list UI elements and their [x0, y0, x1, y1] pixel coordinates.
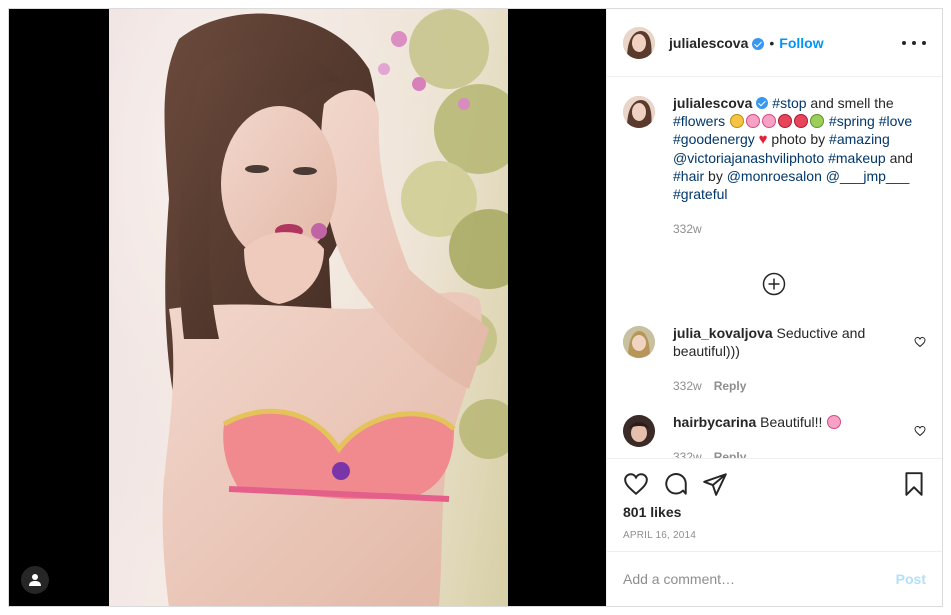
- caption-link[interactable]: @___jmp___: [826, 168, 910, 184]
- comment-body: julia_kovaljova Seductive and beautiful)…: [673, 324, 893, 395]
- cherry-blossom-icon: [827, 415, 842, 429]
- save-bookmark-icon[interactable]: [901, 471, 927, 497]
- avatar[interactable]: [623, 326, 655, 358]
- comment-input[interactable]: [623, 571, 896, 587]
- red-heart-icon: ♥: [758, 131, 768, 148]
- caption-time[interactable]: 332w: [673, 222, 702, 236]
- caption-link[interactable]: #amazing: [829, 131, 890, 147]
- comment-body: hairbycarina Beautiful!! 332w Reply: [673, 413, 893, 458]
- comment-bubble-icon[interactable]: [663, 471, 689, 497]
- caption-link[interactable]: #stop: [772, 95, 806, 111]
- post-dialog: julialescova • Follow julialescova #stop…: [8, 8, 943, 607]
- likes-count[interactable]: 801 likes: [623, 504, 681, 520]
- reply-button[interactable]: Reply: [714, 450, 747, 458]
- comment-item: hairbycarina Beautiful!! 332w Reply: [623, 413, 926, 458]
- like-comment-heart-icon[interactable]: [914, 425, 926, 437]
- comment-meta: 332w Reply: [673, 448, 893, 458]
- caption-link[interactable]: #makeup: [828, 150, 886, 166]
- caption-username[interactable]: julialescova: [673, 95, 752, 111]
- comment-text: Beautiful!!: [760, 414, 823, 430]
- caption-link[interactable]: #flowers: [673, 113, 725, 129]
- avatar[interactable]: [623, 96, 655, 128]
- caption-meta: 332w: [673, 220, 923, 238]
- comments-list[interactable]: julialescova #stop and smell the #flower…: [607, 78, 942, 458]
- caption-plain-text: and smell the: [810, 95, 894, 111]
- follow-button[interactable]: Follow: [779, 35, 823, 51]
- comment-meta: 332w Reply: [673, 377, 893, 395]
- more-options-icon[interactable]: [902, 35, 926, 51]
- load-more-comments-button[interactable]: [762, 272, 786, 296]
- cherry-blossom-icon: [762, 114, 777, 128]
- header-separator: •: [769, 34, 775, 51]
- person-icon: [29, 574, 41, 586]
- post-photo[interactable]: [109, 9, 508, 606]
- post-media: [9, 9, 606, 606]
- reply-button[interactable]: Reply: [714, 379, 747, 393]
- tulip-icon: [794, 114, 809, 128]
- caption-plain-text: photo by: [767, 131, 830, 147]
- plus-circle-icon: [762, 272, 786, 296]
- caption-plain-text: by: [708, 168, 727, 184]
- caption-link[interactable]: #love: [879, 113, 912, 129]
- caption-link[interactable]: #hair: [673, 168, 704, 184]
- comment-time[interactable]: 332w: [673, 450, 702, 458]
- caption-plain-text: and: [889, 150, 913, 166]
- post-author-username[interactable]: julialescova: [669, 35, 748, 51]
- comment-username[interactable]: julia_kovaljova: [673, 325, 773, 341]
- verified-badge-icon: [756, 97, 769, 109]
- post-header: julialescova • Follow: [607, 9, 942, 77]
- avatar[interactable]: [623, 26, 655, 59]
- avatar[interactable]: [623, 415, 655, 447]
- caption-link[interactable]: #spring: [829, 113, 875, 129]
- comment-username[interactable]: hairbycarina: [673, 414, 756, 430]
- bouquet-icon: [810, 114, 825, 128]
- tulip-icon: [778, 114, 793, 128]
- comment-item: julia_kovaljova Seductive and beautiful)…: [623, 324, 926, 395]
- add-comment-bar: Post: [607, 551, 942, 606]
- post-date[interactable]: APRIL 16, 2014: [623, 530, 696, 541]
- action-bar: [607, 458, 942, 510]
- caption-text: #stop and smell the #flowers #spring #lo…: [673, 95, 913, 202]
- caption-link[interactable]: @victoriajanashviliphoto: [673, 150, 824, 166]
- caption: julialescova #stop and smell the #flower…: [623, 94, 926, 238]
- caption-body: julialescova #stop and smell the #flower…: [673, 94, 923, 238]
- tagged-users-button[interactable]: [21, 566, 49, 594]
- caption-link[interactable]: @monroesalon: [727, 168, 822, 184]
- caption-link[interactable]: #grateful: [673, 186, 727, 202]
- post-side-panel: julialescova • Follow julialescova #stop…: [606, 9, 942, 606]
- smiling-face-icon: [730, 114, 745, 128]
- like-heart-icon[interactable]: [623, 471, 649, 497]
- cherry-blossom-icon: [746, 114, 761, 128]
- share-paper-plane-icon[interactable]: [702, 471, 728, 497]
- caption-link[interactable]: #goodenergy: [673, 131, 755, 147]
- verified-badge-icon: [752, 37, 765, 50]
- comment-time[interactable]: 332w: [673, 379, 702, 393]
- like-comment-heart-icon[interactable]: [914, 336, 926, 348]
- post-comment-button[interactable]: Post: [896, 571, 926, 587]
